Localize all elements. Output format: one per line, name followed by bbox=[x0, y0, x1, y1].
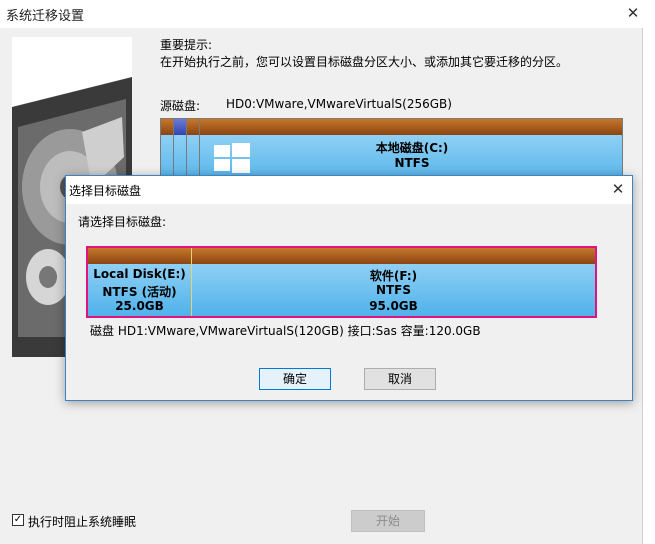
source-disk-name: HD0:VMware,VMwareVirtualS(256GB) bbox=[226, 97, 452, 111]
main-titlebar: 系统迁移设置 ✕ bbox=[0, 0, 643, 28]
dialog-title: 选择目标磁盘 bbox=[69, 184, 142, 198]
dialog-prompt: 请选择目标磁盘: bbox=[78, 215, 167, 229]
partition-e-fs: NTFS (活动) bbox=[102, 285, 177, 299]
prevent-sleep-label: 执行时阻止系统睡眠 bbox=[28, 515, 137, 529]
partition-f-fs: NTFS bbox=[375, 283, 412, 297]
partition-f-size: 95.0GB bbox=[369, 299, 418, 313]
target-partition-f[interactable]: 软件(F:) NTFS 95.0GB bbox=[192, 248, 595, 316]
dialog-titlebar: 选择目标磁盘 ✕ bbox=[66, 176, 632, 204]
source-partition-c-fs: NTFS bbox=[394, 156, 430, 170]
target-partition-e[interactable]: Local Disk(E:) NTFS (活动) 25.0GB bbox=[88, 248, 192, 316]
source-partition-c-label: 本地磁盘(C:) bbox=[375, 141, 449, 155]
dialog-close-icon[interactable]: ✕ bbox=[609, 179, 627, 199]
target-disk-info: 磁盘 HD1:VMware,VMwareVirtualS(120GB) 接口:S… bbox=[90, 324, 481, 338]
tip-title: 重要提示: bbox=[160, 38, 213, 52]
target-disk-map[interactable]: Local Disk(E:) NTFS (活动) 25.0GB 软件(F:) N… bbox=[86, 246, 597, 318]
select-target-disk-dialog: 选择目标磁盘 ✕ 请选择目标磁盘: Local Disk(E:) NTFS (活… bbox=[65, 175, 633, 401]
source-disk-label: 源磁盘: bbox=[160, 99, 201, 113]
partition-e-size: 25.0GB bbox=[115, 299, 164, 313]
prevent-sleep-checkbox[interactable]: ✓ bbox=[12, 514, 24, 526]
partition-f-name: 软件(F:) bbox=[369, 269, 418, 283]
tip-text: 在开始执行之前，您可以设置目标磁盘分区大小、或添加其它要迁移的分区。 bbox=[160, 55, 569, 69]
start-button[interactable]: 开始 bbox=[351, 510, 425, 532]
cancel-button[interactable]: 取消 bbox=[364, 368, 436, 390]
main-close-icon[interactable]: ✕ bbox=[624, 3, 642, 23]
main-window-title: 系统迁移设置 bbox=[6, 9, 85, 24]
ok-button[interactable]: 确定 bbox=[259, 368, 331, 390]
partition-e-name: Local Disk(E:) bbox=[93, 267, 186, 281]
